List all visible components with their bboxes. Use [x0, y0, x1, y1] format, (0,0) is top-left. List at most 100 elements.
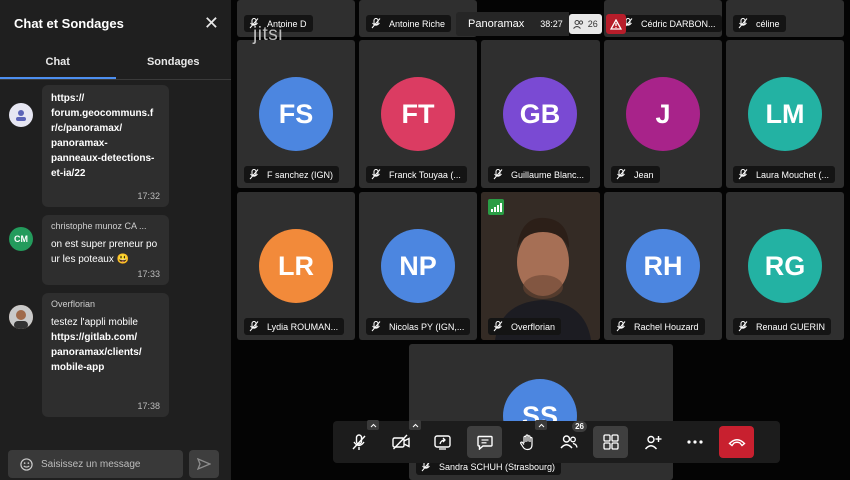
chat-message: CM christophe munoz CA ... on est super … [0, 215, 231, 285]
meeting-title[interactable]: Panoramax [456, 12, 537, 36]
avatar: GB [503, 77, 577, 151]
tab-chat[interactable]: Chat [0, 46, 116, 79]
mic-muted-icon [493, 169, 503, 180]
chevron-up-icon[interactable] [535, 420, 547, 430]
meeting-info-bar: Panoramax 38:27 26 [456, 12, 626, 36]
message-bubble: christophe munoz CA ... on est super pre… [42, 215, 169, 285]
chat-icon [476, 435, 493, 450]
more-options-button[interactable] [677, 426, 712, 458]
message-input[interactable]: Saisissez un message [8, 450, 183, 478]
participants-icon [559, 435, 578, 449]
avatar: FT [381, 77, 455, 151]
mic-toggle-button[interactable] [341, 420, 379, 458]
message-time: 17:32 [137, 191, 160, 201]
robot-icon [16, 110, 26, 121]
user-photo-icon [9, 305, 33, 329]
message-text: testez l'appli mobile https://gitlab.com… [51, 315, 160, 375]
avatar: RG [748, 229, 822, 303]
participant-tile[interactable]: GB Guillaume Blanc... [481, 40, 600, 188]
participant-tile[interactable]: LR Lydia ROUMAN... [237, 192, 355, 340]
participant-name: Renaud GUERIN [733, 318, 832, 335]
hangup-icon [727, 439, 746, 447]
mic-muted-icon [738, 321, 748, 332]
chat-message: Overflorian testez l'appli mobile https:… [0, 293, 231, 417]
avatar: CM [9, 227, 33, 251]
emoji-icon[interactable] [20, 457, 33, 471]
participants-button[interactable]: 26 [551, 421, 587, 458]
participant-tile[interactable]: NP Nicolas PY (IGN,... [359, 192, 477, 340]
participant-video-tile[interactable]: Overflorian [481, 192, 600, 340]
avatar: NP [381, 229, 455, 303]
connection-signal-icon[interactable] [488, 199, 504, 215]
chevron-up-icon[interactable] [367, 420, 379, 430]
more-icon [686, 440, 703, 444]
participant-name: Cédric DARBON... [618, 15, 722, 32]
participant-name: Franck Touyaa (... [366, 166, 467, 183]
raise-hand-button[interactable] [509, 420, 547, 458]
chat-button[interactable] [467, 426, 502, 458]
chevron-up-icon[interactable] [409, 420, 421, 430]
close-icon[interactable]: ✕ [204, 14, 219, 32]
participant-name: Rachel Houzard [611, 318, 705, 335]
chat-tabs: Chat Sondages [0, 46, 231, 80]
chat-title: Chat et Sondages [14, 15, 124, 31]
message-link[interactable]: https://gitlab.com/ [51, 330, 160, 345]
message-bubble: Overflorian testez l'appli mobile https:… [42, 293, 169, 417]
message-bubble: https:// forum.geocommuns.f r/c/panorama… [42, 85, 169, 207]
raise-hand-icon [519, 433, 533, 450]
message-sender: Overflorian [51, 299, 96, 309]
tile-view-button[interactable] [593, 426, 628, 458]
send-button[interactable] [189, 450, 219, 478]
camera-toggle-button[interactable] [383, 420, 421, 458]
participants-count-badge: 26 [572, 421, 587, 432]
participant-tile[interactable]: FS F sanchez (IGN) [237, 40, 355, 188]
message-link[interactable]: panoramax/clients/ [51, 345, 160, 360]
mic-muted-icon [738, 169, 748, 180]
warning-icon[interactable] [605, 14, 626, 34]
invite-button[interactable] [635, 426, 670, 458]
participants-icon [572, 19, 583, 29]
message-list[interactable]: https:// forum.geocommuns.f r/c/panorama… [0, 81, 231, 445]
avatar: LM [748, 77, 822, 151]
participant-name: F sanchez (IGN) [244, 166, 340, 183]
message-time: 17:38 [137, 401, 160, 411]
participant-name: Antoine Riche [366, 15, 452, 32]
message-text: on est super preneur pour les poteaux 😃 [51, 239, 158, 265]
avatar [9, 103, 33, 127]
avatar [9, 305, 33, 329]
participant-count-badge[interactable]: 26 [568, 14, 602, 34]
participant-tile[interactable]: RH Rachel Houzard [604, 192, 722, 340]
message-time: 17:33 [137, 269, 160, 279]
tile-view-icon [602, 434, 619, 450]
mic-muted-icon [738, 18, 748, 29]
participant-name: Jean [611, 166, 660, 183]
participant-tile[interactable]: FT Franck Touyaa (... [359, 40, 477, 188]
message-sender: christophe munoz CA ... [51, 221, 147, 231]
message-placeholder: Saisissez un message [41, 458, 141, 470]
participant-name: Overflorian [488, 318, 562, 335]
participant-name: Nicolas PY (IGN,... [366, 318, 471, 335]
mic-off-icon [351, 433, 366, 450]
avatar: J [626, 77, 700, 151]
mic-muted-icon [371, 18, 381, 29]
hangup-button[interactable] [719, 426, 754, 458]
send-icon [197, 458, 211, 470]
participant-name: céline [733, 15, 786, 32]
participant-tile[interactable]: RG Renaud GUERIN [726, 192, 844, 340]
screen-share-button[interactable] [425, 426, 460, 458]
video-stage: Antoine D Antoine Riche Cédric DARBON...… [231, 0, 850, 480]
chat-message: https:// forum.geocommuns.f r/c/panorama… [0, 85, 231, 207]
message-link[interactable]: https:// forum.geocommuns.f r/c/panorama… [51, 91, 160, 181]
mic-muted-icon [493, 321, 503, 332]
participant-name: Laura Mouchet (... [733, 166, 836, 183]
tab-polls[interactable]: Sondages [116, 46, 232, 79]
screen-share-icon [434, 434, 451, 450]
participant-tile[interactable]: J Jean [604, 40, 722, 188]
participant-tile[interactable]: LM Laura Mouchet (... [726, 40, 844, 188]
camera-off-icon [391, 434, 410, 450]
mic-muted-icon [616, 169, 626, 180]
message-link[interactable]: mobile-app [51, 360, 160, 375]
chat-panel: Chat et Sondages ✕ Chat Sondages https:/… [0, 0, 231, 480]
participant-tile[interactable]: céline [726, 0, 844, 37]
mic-muted-icon [371, 169, 381, 180]
